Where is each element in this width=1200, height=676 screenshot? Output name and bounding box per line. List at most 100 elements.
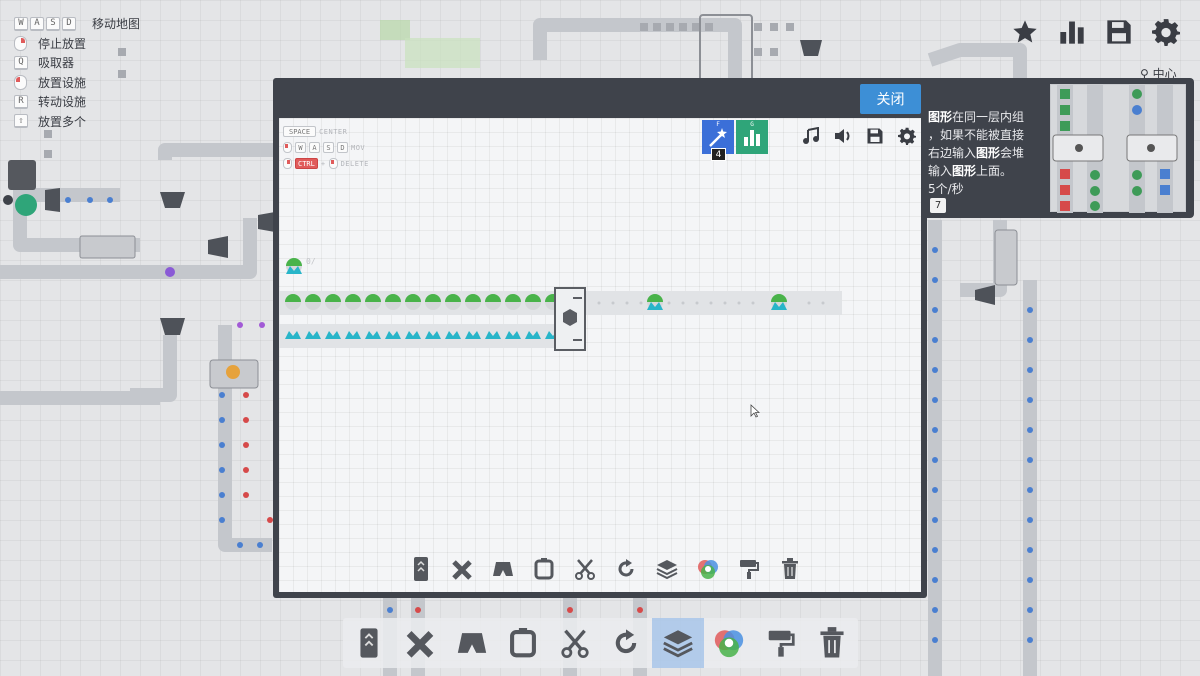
svg-text:0/: 0/ — [306, 257, 316, 266]
belt-icon[interactable] — [401, 554, 440, 584]
hotkey-label-place-multiple: 放置多个 — [38, 114, 87, 129]
key-shift: ⇧ — [14, 114, 28, 128]
tutorial-panel: 图形在同一层内组 ，如果不能被直接 右边输入图形会堆 输入图形上面。 5个/秒 … — [922, 78, 1194, 218]
hotkey-label-pipette: 吸取器 — [38, 56, 75, 70]
hotkey-row: 停止放置 — [14, 34, 140, 53]
music-icon[interactable] — [800, 125, 821, 146]
painter-icon[interactable] — [729, 554, 768, 584]
mouse-icon — [283, 158, 292, 169]
painter-icon[interactable] — [755, 618, 807, 668]
key-group: R — [14, 94, 38, 109]
tutorial-highlight: 图形 — [976, 146, 1001, 160]
tutorial-line: 会堆 — [1000, 146, 1025, 160]
tunnel-icon[interactable] — [483, 554, 522, 584]
wand-icon — [709, 128, 727, 147]
inner-hotkey-label: CENTER — [319, 127, 348, 136]
hotkey-label-place-building: 放置设施 — [38, 75, 87, 90]
stacked-shape — [647, 294, 663, 310]
inner-hotkey-row: SPACE CENTER — [283, 124, 369, 139]
bar-chart-icon — [744, 130, 760, 146]
statistics-hotkey: G — [750, 121, 754, 128]
upgrade-hotkey: F — [716, 121, 720, 128]
tutorial-highlight: 图形 — [952, 164, 977, 178]
mixer-icon[interactable] — [688, 554, 727, 584]
dialog-toolbar — [401, 554, 809, 584]
mouse-icon — [328, 158, 338, 169]
tutorial-highlight: 图形 — [928, 110, 953, 124]
key-a: A — [30, 16, 44, 31]
hotkey-label-stop-placing: 停止放置 — [38, 36, 87, 51]
star-icon[interactable] — [1009, 16, 1041, 48]
tutorial-line: 右边输入 — [928, 146, 977, 160]
green-region — [380, 20, 410, 40]
puzzle-dialog: 关闭 0/ SPACE CENTER W A S D MOV CTRL + DE… — [273, 78, 927, 598]
trash-icon[interactable] — [770, 554, 809, 584]
inner-hotkey-label: DELETE — [340, 159, 369, 168]
goal-shape: 0/ — [286, 257, 316, 274]
preview-diagram — [1052, 85, 1178, 213]
inner-hotkey-row: W A S D MOV — [283, 140, 369, 155]
hotkey-label-move-map: 移动地图 — [92, 17, 141, 31]
hotkey-row: Q 吸取器 — [14, 53, 140, 72]
mouse-right-icon — [14, 35, 27, 51]
belt-icon[interactable] — [343, 618, 395, 668]
tutorial-text: 图形在同一层内组 ，如果不能被直接 右边输入图形会堆 输入图形上面。 — [928, 108, 1046, 180]
settings-icon[interactable] — [1150, 16, 1182, 48]
key-group — [14, 74, 38, 90]
key-group: ⇧ — [14, 114, 38, 128]
key-group: W A S D — [14, 16, 92, 31]
mixer-icon[interactable] — [704, 618, 756, 668]
tutorial-preview-image — [1050, 84, 1186, 213]
cutter-icon[interactable] — [549, 618, 601, 668]
rotate-icon[interactable] — [601, 618, 653, 668]
balancer-icon[interactable] — [395, 618, 447, 668]
stacker-icon[interactable] — [647, 554, 686, 584]
inner-hotkey-label: MOV — [351, 143, 366, 152]
key-s: S — [46, 16, 60, 31]
cutter-icon[interactable] — [565, 554, 604, 584]
stacker-icon[interactable] — [652, 618, 704, 668]
green-region — [405, 38, 480, 68]
stacker-machine[interactable] — [554, 287, 586, 351]
dialog-preview-viewport[interactable]: 0/ SPACE CENTER W A S D MOV CTRL + DELET… — [279, 118, 921, 592]
building-toolbar — [343, 618, 858, 668]
upgrade-count-badge: 4 — [711, 148, 726, 161]
stacked-shape — [771, 294, 787, 310]
rotate-icon[interactable] — [606, 554, 645, 584]
key-group: Q — [14, 55, 38, 70]
trash-icon[interactable] — [807, 618, 859, 668]
close-button[interactable]: 关闭 — [860, 84, 921, 114]
tutorial-line: 输入 — [928, 164, 953, 178]
hotkey-row: ⇧ 放置多个 — [14, 112, 140, 131]
key-r: R — [14, 94, 28, 109]
rotater-icon[interactable] — [498, 618, 550, 668]
key-d: D — [62, 16, 76, 31]
save-icon[interactable] — [1103, 16, 1135, 48]
dialog-top-icons — [800, 125, 917, 146]
mouse-cursor-icon — [750, 404, 760, 418]
key-w: W — [14, 16, 28, 31]
mouse-left-icon — [14, 74, 27, 90]
hotkey-row: W A S D 移动地图 — [14, 14, 140, 33]
key-ctrl: CTRL — [295, 158, 318, 169]
stats-icon[interactable] — [1056, 16, 1088, 48]
balancer-icon[interactable] — [442, 554, 481, 584]
key-w: W — [295, 142, 306, 153]
rotater-icon[interactable] — [524, 554, 563, 584]
tutorial-rate: 5个/秒 — [928, 182, 964, 196]
key-d: D — [337, 142, 348, 153]
tunnel-icon[interactable] — [446, 618, 498, 668]
settings-icon[interactable] — [896, 125, 917, 146]
hotkey-row: 放置设施 — [14, 73, 140, 92]
key-a: A — [309, 142, 320, 153]
save-icon[interactable] — [864, 125, 885, 146]
tutorial-line: ，如果不能被直接 — [928, 128, 1025, 142]
inner-hotkey-row: CTRL + DELETE — [283, 156, 369, 171]
tutorial-key-hint: 7 — [930, 198, 946, 213]
key-q: Q — [14, 55, 28, 70]
inner-hotkey-list: SPACE CENTER W A S D MOV CTRL + DELETE — [283, 124, 369, 172]
plus-sign: + — [320, 159, 326, 168]
mouse-icon — [283, 142, 292, 153]
statistics-button[interactable]: G — [736, 120, 768, 154]
sound-icon[interactable] — [832, 125, 853, 146]
